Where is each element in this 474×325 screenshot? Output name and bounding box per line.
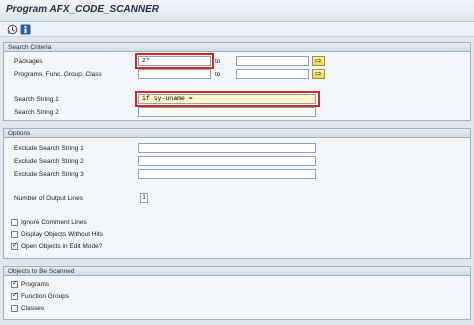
programs-label: Programs, Func. Group, Class xyxy=(14,71,102,78)
programs-checkbox[interactable]: ✓ xyxy=(11,280,18,288)
application-toolbar xyxy=(0,22,474,37)
open-edit-mode-label: Open Objects in Edit Mode? xyxy=(21,243,103,250)
search-criteria-heading: Search Criteria xyxy=(4,43,470,52)
classes-checkbox[interactable] xyxy=(11,305,18,312)
title-bar: Program AFX_CODE_SCANNER xyxy=(0,0,474,22)
programs-multi-select-button[interactable]: ⇨ xyxy=(312,69,325,79)
check-icon: ✓ xyxy=(12,280,18,287)
arrow-right-icon: ⇨ xyxy=(315,69,322,78)
check-icon: ✓ xyxy=(12,292,18,299)
classes-checkbox-label: Classes xyxy=(21,305,45,312)
exclude-string-3-input[interactable] xyxy=(138,169,316,179)
programs-to-input[interactable] xyxy=(236,69,309,79)
execute-icon[interactable] xyxy=(7,24,18,35)
packages-highlight xyxy=(135,53,214,69)
programs-to-label: to xyxy=(215,71,221,78)
packages-to-label: to xyxy=(215,58,221,65)
programs-checkbox-label: Programs xyxy=(21,281,50,288)
packages-to-input[interactable] xyxy=(236,56,309,66)
output-lines-label: Number of Output Lines xyxy=(14,195,84,202)
display-without-hits-label: Display Objects Without Hits xyxy=(21,231,103,238)
search-string-1-highlight xyxy=(135,91,320,107)
info-icon[interactable] xyxy=(20,24,31,35)
arrow-right-icon: ⇨ xyxy=(315,56,322,65)
search-string-2-label: Search String 2 xyxy=(14,109,59,116)
check-icon: ✓ xyxy=(12,242,18,249)
packages-multi-select-button[interactable]: ⇨ xyxy=(312,56,325,66)
search-string-1-label: Search String 1 xyxy=(14,96,59,103)
function-groups-checkbox[interactable]: ✓ xyxy=(11,292,18,300)
open-edit-mode-checkbox[interactable]: ✓ xyxy=(11,242,18,250)
display-without-hits-checkbox[interactable] xyxy=(11,231,18,238)
objects-group: Objects to Be Scanned xyxy=(3,266,471,320)
options-heading: Options xyxy=(4,129,470,138)
programs-from-input[interactable] xyxy=(138,69,211,79)
packages-label: Packages xyxy=(14,58,43,65)
function-groups-checkbox-label: Function Groups xyxy=(21,293,70,300)
ignore-comments-label: Ignore Comment Lines xyxy=(21,219,87,226)
exclude-string-2-label: Exclude Search String 2 xyxy=(14,158,84,165)
exclude-string-1-label: Exclude Search String 1 xyxy=(14,145,84,152)
output-lines-input[interactable]: 1 xyxy=(140,193,148,203)
exclude-string-3-label: Exclude Search String 3 xyxy=(14,171,84,178)
exclude-string-1-input[interactable] xyxy=(138,143,316,153)
page-title: Program AFX_CODE_SCANNER xyxy=(6,4,159,15)
ignore-comments-checkbox[interactable] xyxy=(11,219,18,226)
search-string-2-input[interactable] xyxy=(138,107,316,117)
objects-heading: Objects to Be Scanned xyxy=(4,267,470,276)
exclude-string-2-input[interactable] xyxy=(138,156,316,166)
